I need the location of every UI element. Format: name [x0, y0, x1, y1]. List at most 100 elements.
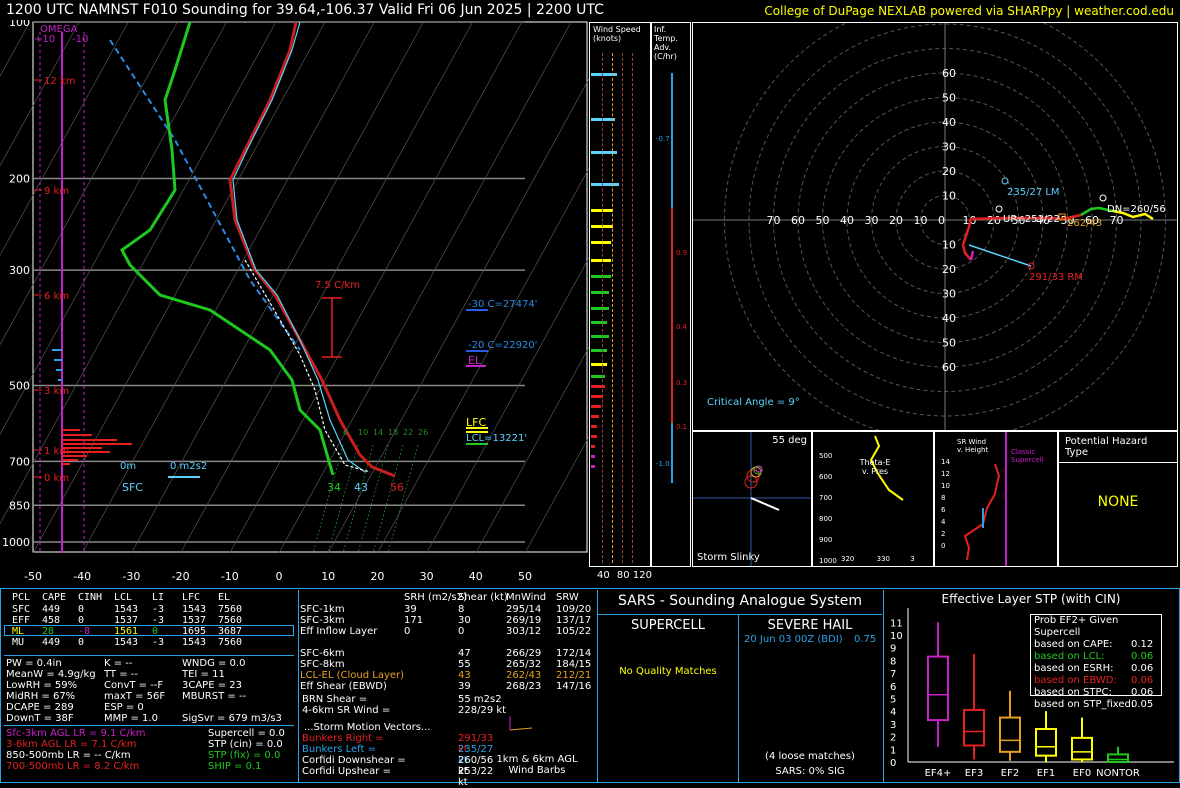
kin-cell: 109/20: [556, 604, 592, 615]
wind-speed-bar: [591, 465, 595, 468]
theta-tick: 700: [819, 494, 833, 502]
sr-wind-label: SR Wind v. Height: [957, 438, 989, 454]
wind-barb: [533, 117, 553, 125]
temp-tick: 50: [518, 570, 532, 583]
height-label: 0 km: [44, 473, 69, 484]
brn-shear-label: BRN Shear =: [302, 694, 368, 705]
kin-cell: 303/12: [506, 626, 542, 637]
mixing-ratio-label: 18: [388, 428, 398, 437]
storm-motion-label: Bunkers Right =: [302, 733, 384, 744]
parcel-cell: 1561: [114, 626, 139, 637]
stp-prob-label: based on EBWD:: [1034, 675, 1117, 686]
surface-value: 56: [390, 481, 404, 494]
kinematic-panel: SRH (m2/s2) Shear (kt) MnWind SRW SFC-1km 39 8…: [300, 592, 596, 788]
lapse-rate: 850-500mb LR = -- C/km: [6, 750, 131, 761]
srw-46-value: 228/29 kt: [458, 705, 507, 716]
kin-cell: 0: [458, 626, 465, 637]
wind-barb: [533, 167, 553, 175]
wind-speed-bar: [591, 321, 607, 324]
hodo-annotation: 291/33 RM: [1029, 272, 1083, 283]
wind-barb: [533, 444, 553, 452]
wind-speed-bar: [591, 241, 611, 244]
index-cell: ESP = 0: [104, 702, 144, 713]
parcel-cell: 1543: [114, 604, 139, 615]
index-cell: SigSvr = 679 m3/s3: [182, 713, 282, 724]
hgz-label: -30 C=27474': [468, 299, 537, 310]
stp-prob-row: based on STP_fixed: 0.05: [1031, 699, 1161, 711]
kin-cell: 171: [404, 615, 424, 626]
stp-ytick: 6: [890, 682, 896, 693]
kin-cell: SFC-8km: [300, 659, 345, 670]
stp-ytick: 4: [890, 707, 896, 718]
wind-speed-bar: [591, 275, 611, 278]
parcel-header: CAPE: [42, 592, 67, 603]
storm-motion-label: Bunkers Left =: [302, 744, 376, 755]
parcel-cell: 1543: [114, 637, 139, 648]
index-cell: TEI = 11: [182, 669, 225, 680]
theta-xtick-2: 330: [876, 555, 890, 563]
stp-ytick: 10: [890, 631, 903, 642]
srh-value-label: 0 m2s2: [170, 461, 207, 472]
theta-xtick-1: 320: [841, 555, 855, 563]
stp-prob-value: 0.06: [1131, 675, 1154, 686]
kin-cell: 212/21: [556, 670, 592, 681]
hodo-tick: 30: [942, 141, 956, 154]
critical-angle: Critical Angle = 9°: [707, 397, 800, 408]
parcel-header: LI: [152, 592, 165, 603]
stp-ytick: 11: [890, 618, 903, 629]
series-temperature-line: [228, 22, 396, 478]
lapse-rate: 700-500mb LR = 8.2 C/km: [6, 761, 140, 772]
parcel-cell: 0: [152, 626, 159, 637]
parcel-cell: 449: [42, 604, 61, 615]
sars-sig: SARS: 0% SIG: [775, 766, 845, 777]
parcel-cell: 449: [42, 637, 61, 648]
wind-speed-bar: [591, 291, 609, 294]
sr-tick: 12: [941, 470, 950, 478]
wind-speed-bar: [591, 435, 597, 438]
mixing-ratio-label: 26: [418, 428, 428, 437]
stp-box: [1035, 711, 1057, 762]
adv-val-4: 0.3: [676, 379, 688, 387]
kin-cell: 265/32: [506, 659, 542, 670]
sars-loose: (4 loose matches): [765, 751, 855, 762]
skewt-chart: 100 200 300 500 700 850 1000 -50 -40 -30 -20 -10 0 10…: [0, 20, 590, 583]
stp-prob-row: based on ESRH: 0.06: [1031, 663, 1161, 675]
wind-speed-panel: Wind Speed (knots): [589, 22, 651, 567]
theta-e-label: Theta-E v. Pres: [859, 458, 891, 476]
pressure-tick: 100: [9, 20, 30, 29]
ws-tick-80: 80: [616, 570, 630, 581]
kin-cell: 172/14: [556, 648, 592, 659]
sars-title: SARS - Sounding Analogue System: [618, 593, 862, 609]
theta-tick: 800: [819, 515, 833, 523]
sr-tick: 6: [941, 506, 946, 514]
wind-speed-bar: [591, 151, 617, 154]
height-label: 3 km: [44, 386, 69, 397]
hodo-tick: 10: [942, 239, 956, 252]
wind-speed-bar: [591, 363, 607, 366]
sr-wind-panel: SR Wind v. Height Classic Supercell 14 12…: [934, 431, 1058, 567]
pressure-tick: 200: [9, 173, 30, 186]
sars-supercell-msg: No Quality Matches: [619, 666, 717, 677]
kin-cell: 30: [458, 615, 471, 626]
wind-speed-bar: [591, 335, 609, 338]
kin-cell: 137/17: [556, 615, 592, 626]
storm-motion-label: Corfidi Downshear =: [302, 755, 406, 766]
parcel-cell: ML: [12, 626, 25, 637]
parcel-cell: 1543: [182, 637, 207, 648]
parcel-header: LCL: [114, 592, 133, 603]
hodo-tick: 20: [889, 214, 903, 227]
credit-text: College of DuPage NEXLAB powered via SHA…: [764, 4, 1174, 18]
classic-supercell: Classic Supercell: [1011, 448, 1044, 464]
wind-barb: [533, 422, 553, 430]
temp-tick: -50: [24, 570, 42, 583]
kin-cell: 262/43: [506, 670, 542, 681]
sars-panel: SARS - Sounding Analogue System SUPERCEL…: [598, 590, 882, 782]
parcel-cell: 7560: [218, 637, 243, 648]
stp-category: EF3: [965, 768, 983, 779]
hodo-tick: 40: [942, 312, 956, 325]
index-cell: LowRH = 59%: [6, 680, 78, 691]
composite-index: SHIP = 0.1: [208, 761, 262, 772]
theta-tick: 1000: [819, 557, 837, 565]
hodograph-chart: 60605050404030302020101070 60 50 40 30 20 10 0 1…: [693, 0, 1177, 441]
composite-index: STP (fix) = 0.0: [208, 750, 281, 761]
